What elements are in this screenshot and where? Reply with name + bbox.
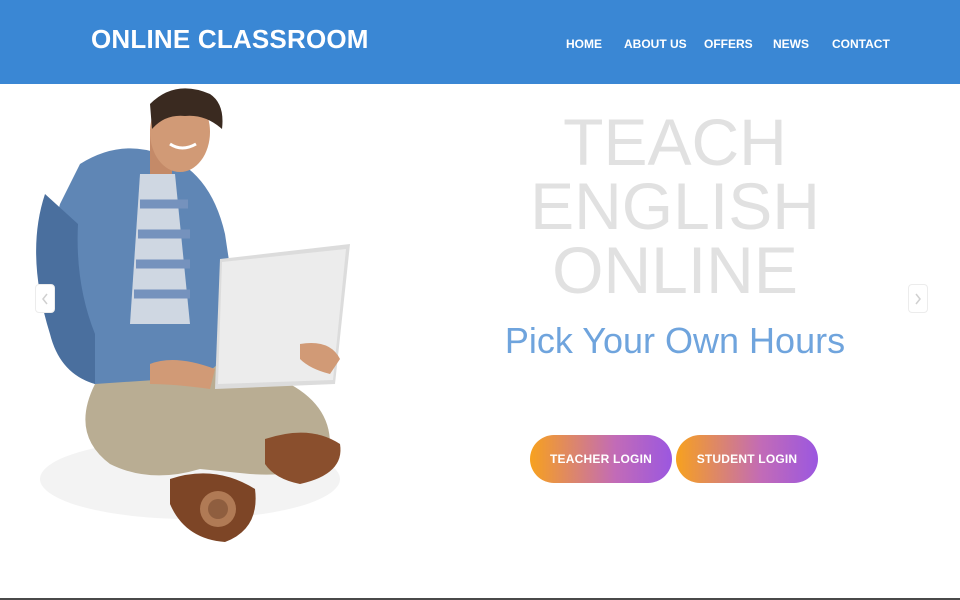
top-navbar: ONLINE CLASSROOM HOME ABOUT US OFFERS NE… [0, 0, 960, 84]
nav-contact-link[interactable]: CONTACT [832, 37, 890, 51]
student-login-button[interactable]: STUDENT LOGIN [676, 435, 818, 483]
carousel-next-button[interactable] [908, 284, 928, 313]
teacher-login-button[interactable]: TEACHER LOGIN [530, 435, 672, 483]
carousel-prev-button[interactable] [35, 284, 55, 313]
nav-about-link[interactable]: ABOUT US [624, 37, 687, 51]
hero-subheadline: Pick Your Own Hours [504, 320, 846, 361]
main-nav: HOME ABOUT US OFFERS NEWS CONTACT [0, 37, 960, 57]
nav-offers-link[interactable]: OFFERS [704, 37, 753, 51]
headline-line-1: TEACH [563, 105, 787, 179]
nav-home-link[interactable]: HOME [566, 37, 602, 51]
headline-line-3: ONLINE [552, 233, 798, 307]
headline-line-2: ENGLISH [530, 169, 820, 243]
nav-news-link[interactable]: NEWS [773, 37, 809, 51]
hero-person-image [36, 88, 350, 542]
chevron-right-icon [915, 293, 921, 304]
chevron-left-icon [42, 293, 48, 304]
hero-headline: TEACH ENGLISH ONLINE [500, 105, 850, 307]
hero-carousel: TEACH ENGLISH ONLINE Pick Your Own Hours… [0, 84, 960, 600]
